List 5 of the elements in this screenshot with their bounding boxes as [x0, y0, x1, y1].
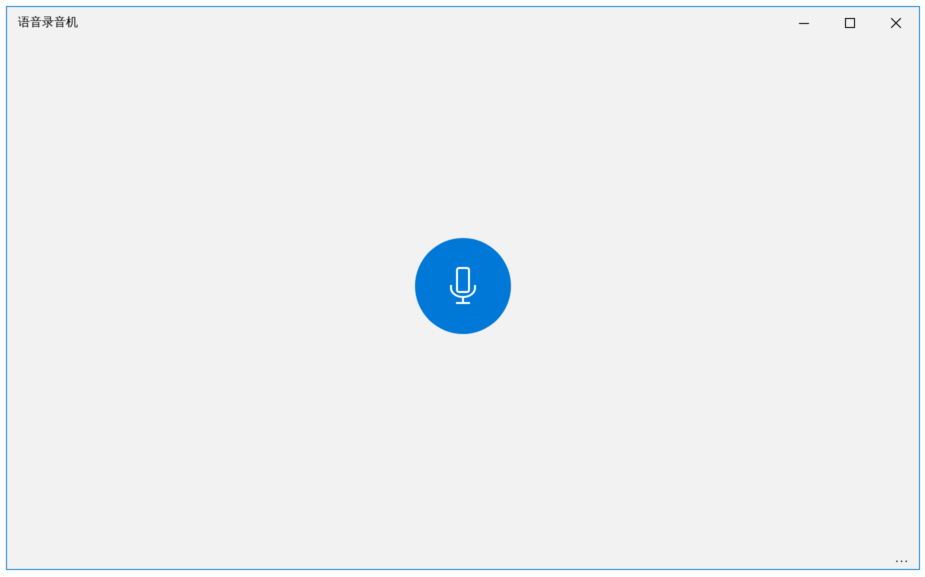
maximize-icon	[845, 18, 855, 28]
close-icon	[891, 18, 901, 28]
microphone-icon	[449, 266, 477, 304]
more-button[interactable]: ...	[885, 550, 919, 564]
window-title: 语音录音机	[18, 14, 78, 31]
